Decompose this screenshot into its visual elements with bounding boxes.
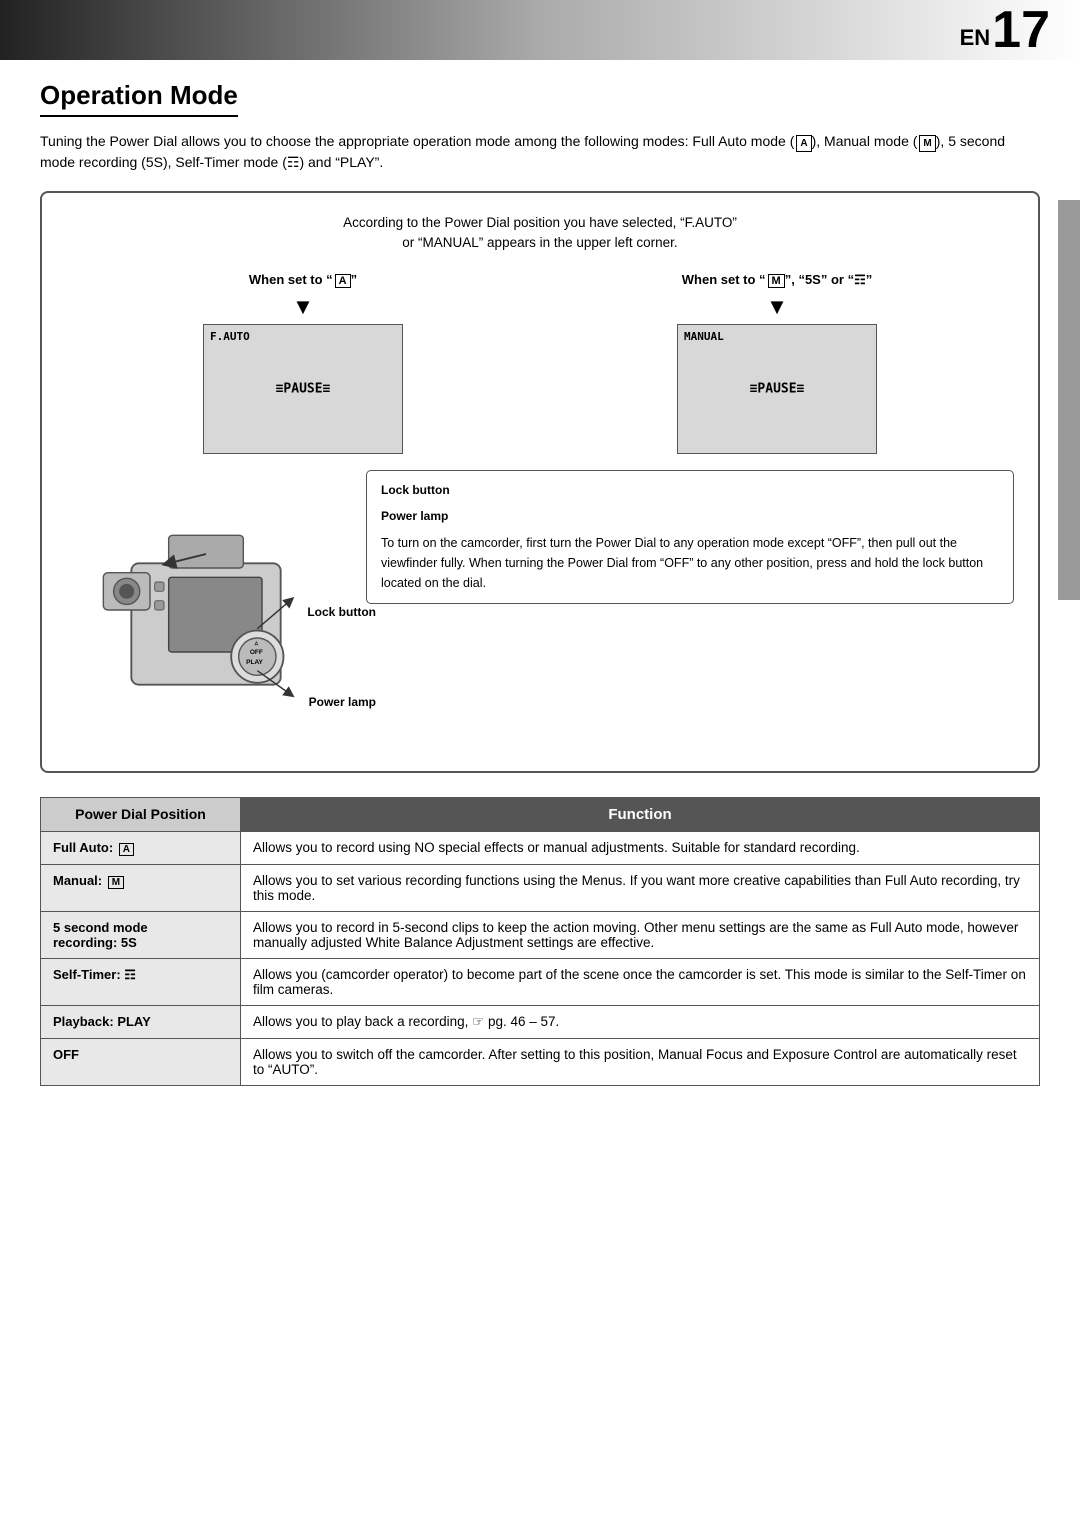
- screens-row: When set to “A” ▼ F.AUTO ≡PAUSE≡ When se…: [66, 272, 1014, 454]
- screen-label-left: When set to “A”: [249, 272, 357, 288]
- table-row: Playback: PLAY Allows you to play back a…: [41, 1005, 1040, 1038]
- power-dial-table: Power Dial Position Function Full Auto: …: [40, 797, 1040, 1086]
- right-sidebar-decoration: [1058, 200, 1080, 600]
- page-number: 17: [992, 4, 1050, 56]
- camera-section: OFF PLAY A Lo: [66, 470, 1014, 755]
- function-5s: Allows you to record in 5-second clips t…: [241, 911, 1040, 958]
- screen-group-left: When set to “A” ▼ F.AUTO ≡PAUSE≡: [203, 272, 403, 454]
- full-auto-icon: A: [796, 135, 811, 152]
- function-self-timer: Allows you (camcorder operator) to becom…: [241, 958, 1040, 1005]
- table-row: Self-Timer: ☶ Allows you (camcorder oper…: [41, 958, 1040, 1005]
- camcorder-info-text: To turn on the camcorder, first turn the…: [381, 533, 999, 593]
- screen-pause-left: ≡PAUSE≡: [276, 381, 331, 396]
- screen-label-right: When set to “M”, “5S” or “☶”: [682, 272, 872, 288]
- lock-button-label-inline: Lock button: [381, 481, 999, 499]
- screen-group-right: When set to “M”, “5S” or “☶” ▼ MANUAL ≡P…: [677, 272, 877, 454]
- function-off: Allows you to switch off the camcorder. …: [241, 1038, 1040, 1085]
- arrow-down-right: ▼: [766, 294, 788, 320]
- diagram-caption: According to the Power Dial position you…: [66, 213, 1014, 254]
- header-bar: EN 17: [0, 0, 1080, 60]
- screen-mock-left: F.AUTO ≡PAUSE≡: [203, 324, 403, 454]
- table-header-position: Power Dial Position: [41, 797, 241, 831]
- screen-pause-right: ≡PAUSE≡: [750, 381, 805, 396]
- a-icon-left: A: [335, 274, 351, 288]
- arrow-down-left: ▼: [292, 294, 314, 320]
- table-section: Power Dial Position Function Full Auto: …: [40, 797, 1040, 1086]
- m-icon-right: M: [768, 274, 785, 288]
- manual-table-icon: M: [108, 876, 124, 889]
- position-full-auto: Full Auto: A: [41, 831, 241, 864]
- manual-icon: M: [919, 135, 935, 152]
- power-lamp-label: Power lamp: [309, 695, 376, 709]
- screen-mode-left: F.AUTO: [210, 330, 250, 343]
- position-manual: Manual: M: [41, 864, 241, 911]
- table-header-function: Function: [241, 797, 1040, 831]
- function-full-auto: Allows you to record using NO special ef…: [241, 831, 1040, 864]
- table-row: OFF Allows you to switch off the camcord…: [41, 1038, 1040, 1085]
- full-auto-table-icon: A: [119, 843, 134, 856]
- diagram-box: According to the Power Dial position you…: [40, 191, 1040, 773]
- svg-text:PLAY: PLAY: [246, 659, 263, 666]
- function-playback: Allows you to play back a recording, ☞ p…: [241, 1005, 1040, 1038]
- position-off: OFF: [41, 1038, 241, 1085]
- table-row: 5 second moderecording: 5S Allows you to…: [41, 911, 1040, 958]
- position-playback: Playback: PLAY: [41, 1005, 241, 1038]
- section-title: Operation Mode: [40, 80, 238, 117]
- camera-illustration: OFF PLAY A Lo: [66, 470, 346, 755]
- function-manual: Allows you to set various recording func…: [241, 864, 1040, 911]
- position-5s: 5 second moderecording: 5S: [41, 911, 241, 958]
- position-self-timer: Self-Timer: ☶: [41, 958, 241, 1005]
- intro-text: Tuning the Power Dial allows you to choo…: [40, 131, 1040, 173]
- screen-mode-right: MANUAL: [684, 330, 724, 343]
- camcorder-info-box: Lock button Power lamp To turn on the ca…: [366, 470, 1014, 604]
- screen-mock-right: MANUAL ≡PAUSE≡: [677, 324, 877, 454]
- en-label: EN: [960, 25, 991, 51]
- table-row: Manual: M Allows you to set various reco…: [41, 864, 1040, 911]
- table-row: Full Auto: A Allows you to record using …: [41, 831, 1040, 864]
- main-content: Operation Mode Tuning the Power Dial all…: [0, 60, 1080, 1106]
- lock-button-label: Lock button: [307, 605, 376, 619]
- svg-text:OFF: OFF: [250, 648, 263, 655]
- power-lamp-label-inline: Power lamp: [381, 507, 999, 525]
- svg-text:A: A: [255, 641, 259, 647]
